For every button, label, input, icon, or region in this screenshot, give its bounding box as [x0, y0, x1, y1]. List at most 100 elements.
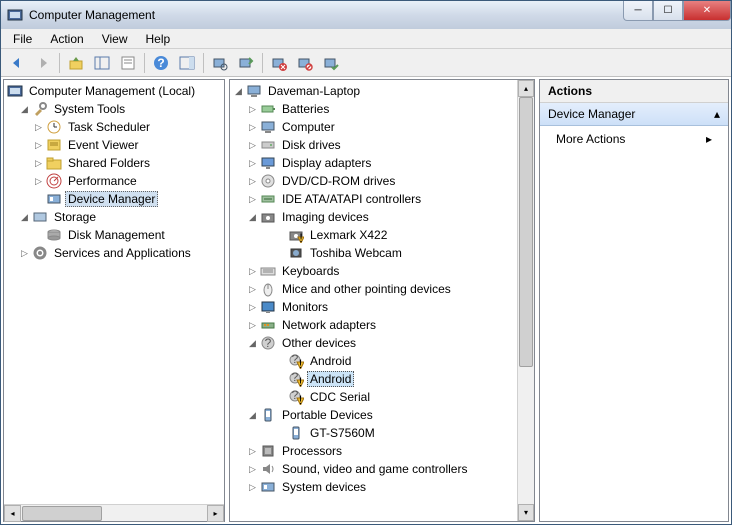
- device-category[interactable]: ▷Mice and other pointing devices: [230, 280, 517, 298]
- tree-root[interactable]: Computer Management (Local): [4, 82, 224, 100]
- show-hide-tree-button[interactable]: [90, 51, 114, 75]
- collapse-icon[interactable]: ◢: [232, 85, 245, 98]
- device-category[interactable]: ▷Computer: [230, 118, 517, 136]
- back-button[interactable]: [5, 51, 29, 75]
- tree-shared-folders[interactable]: ▷ Shared Folders: [4, 154, 224, 172]
- device-category[interactable]: ▷Display adapters: [230, 154, 517, 172]
- device-item[interactable]: ?!Android: [230, 352, 517, 370]
- device-category[interactable]: ▷Monitors: [230, 298, 517, 316]
- scroll-right-button[interactable]: ▸: [207, 505, 224, 522]
- expand-icon[interactable]: ▷: [246, 265, 259, 278]
- device-category[interactable]: ▷IDE ATA/ATAPI controllers: [230, 190, 517, 208]
- tree-task-scheduler[interactable]: ▷ Task Scheduler: [4, 118, 224, 136]
- collapse-icon[interactable]: ◢: [18, 211, 31, 224]
- collapse-icon[interactable]: ▴: [714, 107, 720, 121]
- tree-storage[interactable]: ◢ Storage: [4, 208, 224, 226]
- device-category[interactable]: ◢Portable Devices: [230, 406, 517, 424]
- tree-system-tools[interactable]: ◢ System Tools: [4, 100, 224, 118]
- expand-icon[interactable]: ▷: [18, 247, 31, 260]
- actions-pane: Actions Device Manager ▴ More Actions ▸: [539, 79, 729, 522]
- collapse-icon[interactable]: ◢: [18, 103, 31, 116]
- actions-header: Actions: [540, 80, 728, 103]
- enable-button[interactable]: [319, 51, 343, 75]
- device-tree[interactable]: ◢Daveman-Laptop▷Batteries▷Computer▷Disk …: [230, 80, 534, 521]
- device-root[interactable]: ◢Daveman-Laptop: [230, 82, 517, 100]
- expand-icon[interactable]: ▷: [246, 157, 259, 170]
- menu-view[interactable]: View: [94, 30, 136, 48]
- disable-button[interactable]: [293, 51, 317, 75]
- horizontal-scrollbar[interactable]: ◂ ▸: [4, 504, 224, 521]
- expand-icon[interactable]: ▷: [246, 301, 259, 314]
- device-item[interactable]: !Lexmark X422: [230, 226, 517, 244]
- scroll-down-button[interactable]: ▾: [518, 504, 534, 521]
- device-category[interactable]: ▷Keyboards: [230, 262, 517, 280]
- expand-icon[interactable]: ▷: [246, 139, 259, 152]
- device-category[interactable]: ▷System devices: [230, 478, 517, 496]
- help-button[interactable]: ?: [149, 51, 173, 75]
- portable-icon: [260, 407, 276, 423]
- action-pane-button[interactable]: [175, 51, 199, 75]
- expand-icon[interactable]: ▷: [246, 463, 259, 476]
- actions-section[interactable]: Device Manager ▴: [540, 103, 728, 126]
- collapse-icon[interactable]: ◢: [246, 337, 259, 350]
- scroll-thumb[interactable]: [22, 506, 102, 521]
- uninstall-button[interactable]: [267, 51, 291, 75]
- device-category[interactable]: ◢?Other devices: [230, 334, 517, 352]
- svg-text:!: !: [299, 231, 302, 243]
- scroll-thumb[interactable]: [519, 97, 533, 367]
- actions-more[interactable]: More Actions ▸: [540, 126, 728, 152]
- expand-icon[interactable]: ▷: [32, 121, 45, 134]
- device-category[interactable]: ▷Sound, video and game controllers: [230, 460, 517, 478]
- device-category[interactable]: ▷Batteries: [230, 100, 517, 118]
- expand-icon[interactable]: ▷: [246, 103, 259, 116]
- svg-text:!: !: [299, 357, 302, 369]
- webcam-icon: [288, 245, 304, 261]
- tree-performance[interactable]: ▷ Performance: [4, 172, 224, 190]
- svg-text:?: ?: [157, 56, 164, 70]
- properties-button[interactable]: [116, 51, 140, 75]
- expand-icon[interactable]: ▷: [246, 481, 259, 494]
- maximize-button[interactable]: ☐: [653, 1, 683, 21]
- expand-icon[interactable]: ▷: [246, 283, 259, 296]
- close-button[interactable]: ✕: [683, 1, 731, 21]
- tree-device-manager[interactable]: Device Manager: [4, 190, 224, 208]
- tree-services-apps[interactable]: ▷ Services and Applications: [4, 244, 224, 262]
- expand-icon[interactable]: ▷: [32, 139, 45, 152]
- expand-icon[interactable]: ▷: [246, 319, 259, 332]
- titlebar[interactable]: Computer Management ─ ☐ ✕: [1, 1, 731, 29]
- scan-hardware-button[interactable]: [208, 51, 232, 75]
- expand-icon[interactable]: ▷: [246, 175, 259, 188]
- device-category[interactable]: ▷Network adapters: [230, 316, 517, 334]
- expand-icon[interactable]: ▷: [32, 157, 45, 170]
- device-category[interactable]: ◢Imaging devices: [230, 208, 517, 226]
- device-item[interactable]: Toshiba Webcam: [230, 244, 517, 262]
- device-category[interactable]: ▷DVD/CD-ROM drives: [230, 172, 517, 190]
- tree-event-viewer[interactable]: ▷ Event Viewer: [4, 136, 224, 154]
- up-button[interactable]: [64, 51, 88, 75]
- menu-file[interactable]: File: [5, 30, 40, 48]
- expand-icon[interactable]: ▷: [246, 121, 259, 134]
- device-item[interactable]: GT-S7560M: [230, 424, 517, 442]
- minimize-button[interactable]: ─: [623, 1, 653, 21]
- scroll-up-button[interactable]: ▴: [518, 80, 534, 97]
- vertical-scrollbar[interactable]: ▴ ▾: [517, 80, 534, 521]
- expand-icon[interactable]: ▷: [246, 193, 259, 206]
- device-item[interactable]: ?!Android: [230, 370, 517, 388]
- device-category[interactable]: ▷Disk drives: [230, 136, 517, 154]
- expand-icon[interactable]: ▷: [32, 175, 45, 188]
- update-driver-button[interactable]: [234, 51, 258, 75]
- scroll-left-button[interactable]: ◂: [4, 505, 21, 522]
- computer-management-window: Computer Management ─ ☐ ✕ File Action Vi…: [0, 0, 732, 525]
- collapse-icon[interactable]: ◢: [246, 211, 259, 224]
- forward-button[interactable]: [31, 51, 55, 75]
- computer-mgmt-icon: [7, 83, 23, 99]
- menu-help[interactable]: Help: [138, 30, 179, 48]
- keyboard-icon: [260, 263, 276, 279]
- tree-disk-management[interactable]: Disk Management: [4, 226, 224, 244]
- expand-icon[interactable]: ▷: [246, 445, 259, 458]
- device-category[interactable]: ▷Processors: [230, 442, 517, 460]
- menu-action[interactable]: Action: [42, 30, 91, 48]
- device-item[interactable]: ?!CDC Serial: [230, 388, 517, 406]
- collapse-icon[interactable]: ◢: [246, 409, 259, 422]
- console-tree[interactable]: Computer Management (Local) ◢ System Too…: [4, 80, 224, 504]
